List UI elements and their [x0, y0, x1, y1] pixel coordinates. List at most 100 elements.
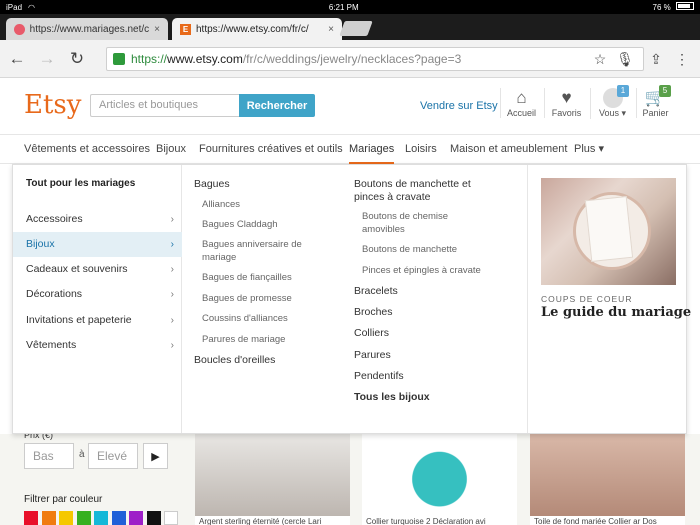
home-label: Accueil: [506, 108, 536, 118]
link-boucles-oreilles[interactable]: Boucles d'oreilles: [194, 354, 275, 366]
mega-item-label: Décorations: [26, 288, 83, 300]
link-bagues-fiancailles[interactable]: Bagues de fiançailles: [202, 272, 292, 283]
color-swatch[interactable]: [76, 511, 91, 525]
home-icon: ⌂: [516, 88, 527, 107]
nav-plus[interactable]: Plus ▾: [574, 135, 604, 164]
tab-mariages[interactable]: https://www.mariages.net/c ×: [6, 18, 168, 40]
listing-card[interactable]: Argent sterling éternité (cercle Lari: [195, 434, 350, 525]
ios-status-bar: iPad ◠ 6:21 PM 76 %: [0, 0, 700, 14]
color-swatch[interactable]: [24, 511, 38, 525]
wedding-table-image: [541, 178, 676, 285]
cart-label: Panier: [642, 108, 669, 118]
price-min-input[interactable]: Bas: [24, 443, 74, 469]
link-bagues-promesse[interactable]: Bagues de promesse: [202, 293, 292, 304]
new-tab-button[interactable]: [339, 21, 373, 36]
url-path: /fr/c/weddings/jewelry/necklaces?page=3: [242, 52, 462, 66]
etsy-header: Etsy Articles et boutiques Rechercher Ve…: [0, 78, 700, 134]
close-tab-icon[interactable]: ×: [154, 24, 160, 35]
mega-item-cadeaux[interactable]: Cadeaux et souvenirs ›: [13, 257, 182, 282]
cart-nav-button[interactable]: 🛒 5 Panier: [636, 85, 674, 118]
mega-item-decorations[interactable]: Décorations ›: [13, 282, 182, 307]
link-alliances[interactable]: Alliances: [202, 199, 240, 210]
microphone-icon[interactable]: 🎙: [615, 49, 635, 69]
listing-image: [195, 434, 350, 516]
mega-item-bijoux[interactable]: Bijoux ›: [13, 232, 182, 257]
nav-maison[interactable]: Maison et ameublement: [450, 135, 567, 164]
tab-etsy[interactable]: E https://www.etsy.com/fr/c/ ×: [172, 18, 342, 40]
forward-button[interactable]: →: [34, 46, 60, 72]
chevron-down-icon: ▾: [619, 108, 627, 118]
link-boutons-manchette[interactable]: Boutons de manchette: [362, 244, 457, 255]
mega-item-label: Cadeaux et souvenirs: [26, 263, 128, 275]
link-tous-les-bijoux[interactable]: Tous les bijoux: [354, 391, 430, 403]
mega-item-label: Vêtements: [26, 339, 77, 351]
color-swatch[interactable]: [146, 511, 161, 525]
mega-item-label: Bijoux: [26, 238, 55, 250]
search-button[interactable]: Rechercher: [239, 94, 315, 117]
home-nav-button[interactable]: ⌂ Accueil: [500, 88, 542, 118]
category-nav: Vêtements et accessoires Bijoux Fournitu…: [0, 134, 700, 164]
link-boutons-manchette-pinces-cont[interactable]: pinces à cravate: [354, 191, 430, 203]
price-apply-button[interactable]: ▶: [143, 443, 168, 469]
chevron-right-icon: ›: [170, 239, 174, 250]
feature-title[interactable]: Le guide du mariage: [541, 305, 691, 320]
tab-title: https://www.etsy.com/fr/c/: [196, 23, 309, 35]
close-tab-icon[interactable]: ×: [328, 24, 334, 35]
listing-card[interactable]: Collier turquoise 2 Déclaration avi: [362, 434, 517, 525]
search-input[interactable]: Articles et boutiques: [90, 94, 240, 117]
weddings-mega-menu: Tout pour les mariages Accessoires › Bij…: [12, 164, 691, 434]
nav-fournitures[interactable]: Fournitures créatives et outils: [199, 135, 343, 164]
tab-title: https://www.mariages.net/c: [29, 23, 150, 35]
favorites-nav-button[interactable]: ♥ Favoris: [544, 88, 588, 118]
color-swatch[interactable]: [59, 511, 73, 525]
wifi-icon: ◠: [28, 2, 35, 12]
notification-badge: 1: [617, 85, 629, 97]
color-filter-label: Filtrer par couleur: [24, 494, 103, 505]
color-swatch[interactable]: [111, 511, 126, 525]
nav-loisirs[interactable]: Loisirs: [405, 135, 437, 164]
nav-bijoux[interactable]: Bijoux: [156, 135, 186, 164]
link-pinces-epingles[interactable]: Pinces et épingles à cravate: [362, 265, 481, 276]
you-nav-button[interactable]: 1 Vous ▾: [590, 85, 634, 119]
etsy-logo[interactable]: Etsy: [24, 90, 81, 120]
all-weddings-link[interactable]: Tout pour les mariages: [26, 178, 135, 189]
link-bagues-anniversaire-cont[interactable]: mariage: [202, 252, 236, 263]
link-parures[interactable]: Parures: [354, 349, 391, 361]
listing-title: Argent sterling éternité (cercle Lari: [199, 517, 322, 525]
nav-vetements-accessoires[interactable]: Vêtements et accessoires: [24, 135, 150, 164]
mega-item-accessoires[interactable]: Accessoires ›: [13, 207, 182, 232]
link-pendentifs[interactable]: Pendentifs: [354, 370, 404, 382]
browser-menu-icon[interactable]: ⋮: [672, 49, 692, 69]
link-bracelets[interactable]: Bracelets: [354, 285, 398, 297]
color-swatch[interactable]: [129, 511, 143, 525]
link-coussins-alliances[interactable]: Coussins d'alliances: [202, 313, 288, 324]
reload-button[interactable]: ↻: [64, 46, 90, 72]
mega-item-vetements[interactable]: Vêtements ›: [13, 333, 182, 358]
link-broches[interactable]: Broches: [354, 306, 393, 318]
listing-title: Collier turquoise 2 Déclaration avi: [366, 517, 486, 525]
color-swatch[interactable]: [164, 511, 178, 525]
link-boutons-chemise-cont[interactable]: amovibles: [362, 224, 405, 235]
link-boutons-chemise[interactable]: Boutons de chemise: [362, 211, 448, 222]
link-colliers[interactable]: Colliers: [354, 327, 389, 339]
price-max-input[interactable]: Elevé: [88, 443, 138, 469]
link-parures-mariage[interactable]: Parures de mariage: [202, 334, 285, 345]
bookmark-star-icon[interactable]: ☆: [590, 49, 610, 69]
sell-on-etsy-link[interactable]: Vendre sur Etsy: [420, 100, 498, 112]
address-bar[interactable]: https://www.etsy.com/fr/c/weddings/jewel…: [106, 47, 644, 71]
mega-item-invitations[interactable]: Invitations et papeterie ›: [13, 308, 182, 333]
share-icon[interactable]: ⇪: [646, 49, 666, 69]
chevron-right-icon: ›: [170, 289, 174, 300]
link-bagues-anniversaire[interactable]: Bagues anniversaire de: [202, 239, 302, 250]
listing-card[interactable]: Toile de fond mariée Collier ar Dos: [530, 434, 685, 525]
link-bagues-claddagh[interactable]: Bagues Claddagh: [202, 219, 278, 230]
color-swatch[interactable]: [41, 511, 56, 525]
wedding-guide-feature[interactable]: COUPS DE COEUR Le guide du mariage: [527, 165, 691, 433]
link-bagues[interactable]: Bagues: [194, 178, 230, 190]
link-boutons-manchette-pinces[interactable]: Boutons de manchette et: [354, 178, 471, 190]
browser-toolbar: ← → ↻ https://www.etsy.com/fr/c/weddings…: [0, 40, 700, 78]
back-button[interactable]: ←: [4, 46, 30, 72]
heart-icon: ♥: [561, 88, 572, 107]
color-swatch[interactable]: [94, 511, 108, 525]
nav-mariages[interactable]: Mariages: [349, 135, 395, 164]
